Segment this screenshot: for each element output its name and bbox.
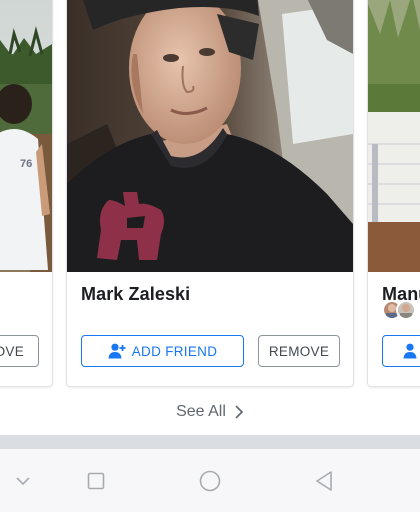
nav-hide-button[interactable] [0, 449, 53, 512]
profile-photo[interactable] [67, 0, 353, 272]
see-all-link[interactable]: See All [0, 400, 420, 424]
avatar [396, 300, 416, 320]
nav-home-button[interactable] [180, 449, 240, 512]
system-navigation-bar [0, 449, 420, 512]
see-all-label: See All [176, 403, 226, 420]
nav-back-button[interactable] [294, 449, 354, 512]
chevron-down-icon [16, 476, 30, 485]
add-person-icon [108, 343, 126, 359]
profile-photo[interactable] [368, 0, 420, 272]
section-divider [0, 435, 420, 449]
person-name[interactable]: Mark Zaleski [81, 284, 190, 305]
friend-suggestion-card[interactable]: 76 REMOVE [0, 0, 52, 386]
chevron-right-icon [235, 405, 244, 419]
triangle-back-icon [316, 470, 332, 491]
remove-button[interactable]: REMOVE [0, 335, 39, 367]
friend-suggestion-card[interactable]: Mark Zaleski ADD FRIEND REMOVE [67, 0, 353, 386]
jersey-number: 76 [20, 158, 32, 170]
add-person-icon [403, 343, 417, 359]
people-you-may-know-carousel[interactable]: 76 REMOVE [0, 0, 420, 398]
remove-button[interactable]: REMOVE [258, 335, 340, 367]
profile-photo[interactable]: 76 [0, 0, 52, 272]
nav-recents-button[interactable] [66, 449, 126, 512]
add-friend-button[interactable]: ADD FRIEND [81, 335, 244, 367]
friend-suggestion-card[interactable]: Manu [368, 0, 420, 386]
square-icon [87, 472, 105, 489]
add-friend-label: ADD FRIEND [131, 343, 218, 359]
circle-icon [199, 470, 221, 491]
add-friend-button[interactable] [382, 335, 420, 367]
